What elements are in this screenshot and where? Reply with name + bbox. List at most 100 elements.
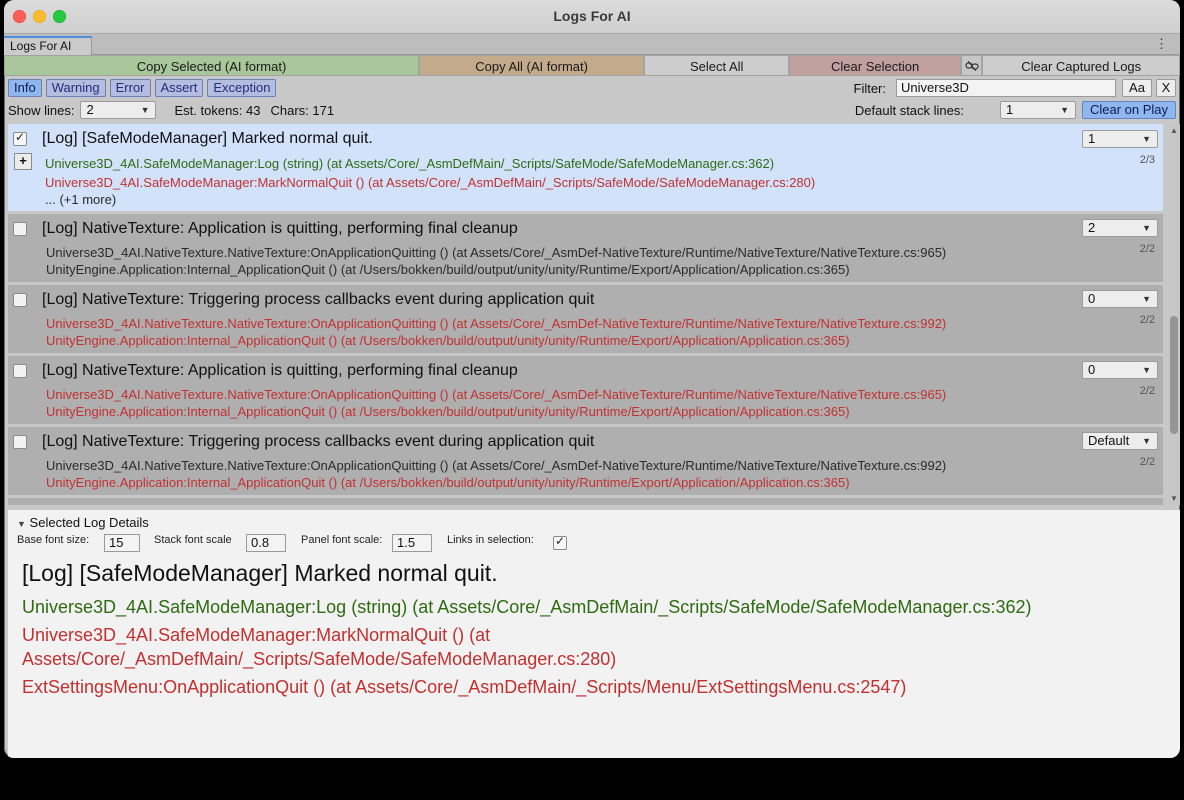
select-all-button[interactable]: Select All: [644, 55, 790, 76]
stack-line[interactable]: Universe3D_4AI.NativeTexture.NativeTextu…: [46, 387, 946, 402]
line-count: 2/3: [1139, 154, 1155, 166]
log-entry[interactable]: [Log] NativeTexture: Triggering process …: [8, 427, 1163, 495]
stack-line[interactable]: UnityEngine.Application:Internal_Applica…: [46, 475, 850, 490]
clear-selection-button[interactable]: Clear Selection: [789, 55, 961, 76]
chars-count: Chars: 171: [270, 102, 335, 118]
expand-button[interactable]: +: [14, 153, 32, 170]
stack-lines-value: 1: [1088, 131, 1096, 146]
chevron-down-icon: ▼: [1142, 436, 1151, 446]
show-lines-dropdown[interactable]: 2 ▼: [80, 101, 157, 119]
details-stack-line[interactable]: Universe3D_4AI.SafeModeManager:MarkNorma…: [22, 625, 490, 646]
show-lines-value: 2: [86, 102, 94, 117]
panel-font-scale-label: Panel font scale:: [301, 534, 383, 546]
panel-font-scale-input[interactable]: 1.5: [392, 534, 432, 552]
default-stack-lines-label: Default stack lines:: [854, 102, 964, 118]
stack-line[interactable]: Universe3D_4AI.NativeTexture.NativeTextu…: [46, 458, 946, 473]
line-count: 2/2: [1139, 314, 1155, 326]
log-list: + [Log] [SafeModeManager] Marked normal …: [8, 124, 1168, 505]
window: Logs For AI Logs For AI ⋮ Copy Selected …: [4, 0, 1180, 758]
log-title: [Log] [SafeModeManager] Marked normal qu…: [42, 130, 373, 147]
default-stack-lines-value: 1: [1006, 102, 1014, 117]
stack-lines-value: 2: [1088, 220, 1096, 235]
details-header[interactable]: ▼ Selected Log Details: [17, 515, 149, 530]
log-title: [Log] NativeTexture: Triggering process …: [42, 291, 595, 308]
stack-lines-dropdown[interactable]: 0 ▼: [1082, 361, 1158, 379]
show-lines-label: Show lines:: [8, 102, 75, 118]
details-stack-line[interactable]: Universe3D_4AI.SafeModeManager:Log (stri…: [22, 597, 1032, 618]
scroll-down-icon[interactable]: ▼: [1170, 494, 1178, 503]
log-select-checkbox[interactable]: [13, 364, 27, 378]
stack-font-scale-label: Stack font scale: [154, 534, 232, 546]
stack-lines-dropdown[interactable]: 1 ▼: [1082, 130, 1158, 148]
filter-input[interactable]: Universe3D: [896, 79, 1116, 97]
level-assert-toggle[interactable]: Assert: [154, 79, 204, 97]
window-title: Logs For AI: [553, 8, 631, 24]
log-entry-partial[interactable]: [8, 498, 1163, 505]
log-select-checkbox[interactable]: [13, 435, 27, 449]
chevron-down-icon: ▼: [140, 105, 150, 115]
log-entry[interactable]: + [Log] [SafeModeManager] Marked normal …: [8, 124, 1163, 211]
more-options-icon[interactable]: ⋮: [1155, 36, 1168, 52]
stack-lines-value: Default: [1088, 433, 1130, 448]
stack-line[interactable]: Universe3D_4AI.NativeTexture.NativeTextu…: [46, 245, 946, 260]
level-warning-toggle[interactable]: Warning: [45, 79, 106, 97]
stack-lines-dropdown[interactable]: 2 ▼: [1082, 219, 1158, 237]
stack-line[interactable]: UnityEngine.Application:Internal_Applica…: [46, 404, 850, 419]
log-title: [Log] NativeTexture: Triggering process …: [42, 433, 595, 450]
log-list-scrollbar[interactable]: ▲ ▼: [1168, 124, 1180, 505]
case-sensitive-button[interactable]: Aa: [1122, 79, 1152, 97]
stack-line[interactable]: Universe3D_4AI.NativeTexture.NativeTextu…: [46, 316, 946, 331]
chevron-down-icon: ▼: [1142, 294, 1151, 304]
details-title: [Log] [SafeModeManager] Marked normal qu…: [22, 560, 498, 586]
stack-lines-dropdown[interactable]: 0 ▼: [1082, 290, 1158, 308]
stack-lines-value: 0: [1088, 291, 1096, 306]
log-select-checkbox[interactable]: [13, 293, 27, 307]
unlink-icon: [965, 60, 979, 72]
scroll-up-icon[interactable]: ▲: [1170, 126, 1178, 135]
chevron-down-icon: ▼: [1060, 105, 1069, 115]
stack-lines-value: 0: [1088, 362, 1096, 377]
status-row: Show lines: 2 ▼ Est. tokens: 43 Chars: 1…: [8, 101, 1176, 119]
title-bar: Logs For AI: [4, 0, 1180, 34]
copy-selected-button[interactable]: Copy Selected (AI format): [4, 55, 420, 76]
base-font-size-input[interactable]: 15: [104, 534, 140, 552]
links-in-selection-label: Links in selection:: [447, 534, 534, 546]
chevron-down-icon: ▼: [1142, 365, 1151, 375]
scrollbar-thumb[interactable]: [1170, 316, 1178, 434]
stack-lines-dropdown[interactable]: Default ▼: [1082, 432, 1158, 450]
level-error-toggle[interactable]: Error: [109, 79, 151, 97]
line-count: 2/2: [1139, 243, 1155, 255]
log-select-checkbox[interactable]: [13, 222, 27, 236]
log-entry[interactable]: [Log] NativeTexture: Application is quit…: [8, 356, 1163, 424]
more-lines[interactable]: ... (+1 more): [45, 192, 116, 207]
copy-all-button[interactable]: Copy All (AI format): [419, 55, 645, 76]
stack-font-scale-input[interactable]: 0.8: [246, 534, 286, 552]
details-header-label: Selected Log Details: [29, 515, 149, 530]
tab-bar: Logs For AI ⋮: [4, 34, 1180, 55]
log-title: [Log] NativeTexture: Application is quit…: [42, 362, 518, 379]
log-entry[interactable]: [Log] NativeTexture: Application is quit…: [8, 214, 1163, 282]
line-count: 2/2: [1139, 385, 1155, 397]
tab-logs-for-ai[interactable]: Logs For AI: [4, 36, 92, 55]
stack-line[interactable]: UnityEngine.Application:Internal_Applica…: [46, 262, 850, 277]
filter-label: Filter:: [853, 80, 887, 96]
level-filter-row: Info Warning Error Assert Exception Filt…: [8, 79, 1176, 97]
log-entry[interactable]: [Log] NativeTexture: Triggering process …: [8, 285, 1163, 353]
clear-on-play-toggle[interactable]: Clear on Play: [1082, 101, 1176, 119]
default-stack-lines-dropdown[interactable]: 1 ▼: [1000, 101, 1076, 119]
details-stack-line[interactable]: ExtSettingsMenu:OnApplicationQuit () (at…: [22, 677, 906, 698]
stack-line[interactable]: Universe3D_4AI.SafeModeManager:Log (stri…: [45, 156, 774, 171]
stack-line[interactable]: Universe3D_4AI.SafeModeManager:MarkNorma…: [45, 175, 815, 190]
clear-captured-logs-button[interactable]: Clear Captured Logs: [982, 55, 1180, 76]
clear-filter-button[interactable]: X: [1156, 79, 1176, 97]
details-stack-line-cont[interactable]: Assets/Core/_AsmDefMain/_Scripts/SafeMod…: [22, 649, 616, 670]
links-in-selection-checkbox[interactable]: [553, 534, 567, 550]
est-tokens: Est. tokens: 43: [174, 102, 261, 118]
log-select-checkbox[interactable]: [13, 130, 27, 146]
level-exception-toggle[interactable]: Exception: [207, 79, 277, 97]
stack-line[interactable]: UnityEngine.Application:Internal_Applica…: [46, 333, 850, 348]
unlink-button[interactable]: [960, 55, 983, 76]
level-info-toggle[interactable]: Info: [8, 79, 42, 97]
base-font-size-label: Base font size:: [17, 534, 90, 546]
chevron-down-icon: ▼: [1142, 134, 1151, 144]
